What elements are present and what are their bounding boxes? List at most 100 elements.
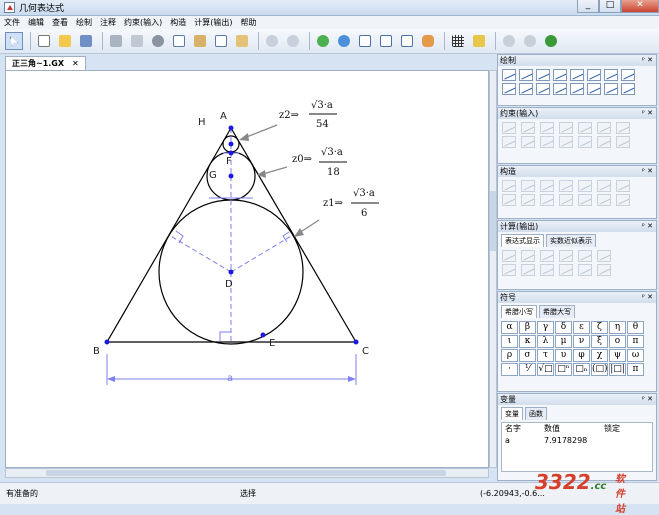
tab-document[interactable]: 正三角~1.GX ✕: [5, 56, 86, 70]
vector-tool-icon[interactable]: [587, 69, 601, 81]
symbol-button[interactable]: ν: [573, 335, 590, 348]
zoom-out-button[interactable]: [335, 32, 353, 50]
symbol-button[interactable]: θ: [627, 321, 644, 334]
text-tool-icon[interactable]: [536, 83, 550, 95]
construct-tangent-icon[interactable]: [616, 180, 630, 192]
symbol-button[interactable]: (□): [591, 363, 608, 376]
symbol-button[interactable]: ⅟: [519, 363, 536, 376]
constraint-distance-icon[interactable]: [521, 122, 535, 134]
pointer-tool-icon[interactable]: [502, 69, 516, 81]
point-tool-icon[interactable]: [519, 69, 533, 81]
header-value[interactable]: 数值: [544, 423, 604, 435]
menu-file[interactable]: 文件: [4, 17, 20, 28]
menu-construct[interactable]: 构造: [170, 17, 186, 28]
symbol-button[interactable]: β: [519, 321, 536, 334]
canvas-vertical-scrollbar[interactable]: [489, 70, 497, 468]
tab-expression-display[interactable]: 表达式显示: [501, 234, 544, 247]
canvas-horizontal-scrollbar[interactable]: [5, 468, 489, 478]
ray-tool-icon[interactable]: [570, 69, 584, 81]
conic-tool-icon[interactable]: [604, 83, 618, 95]
constraint-parallel-icon[interactable]: [597, 122, 611, 134]
drawing-canvas[interactable]: H A F G D E B C a z2⇒ √3·a 54 z0⇒ √3·a 1…: [5, 70, 489, 468]
construct-rotation-icon[interactable]: [540, 194, 554, 206]
menu-edit[interactable]: 编辑: [28, 17, 44, 28]
symbol-button[interactable]: √□: [537, 363, 554, 376]
construct-bisector-icon[interactable]: [559, 180, 573, 192]
symbol-button[interactable]: ι: [501, 335, 518, 348]
construct-polygon-icon[interactable]: [502, 194, 516, 206]
constraint-fix-icon[interactable]: [616, 136, 630, 148]
point-a[interactable]: [228, 125, 234, 131]
style-button[interactable]: [470, 32, 488, 50]
menu-compute[interactable]: 计算(输出): [194, 17, 232, 28]
compute-slope-icon[interactable]: [559, 250, 573, 262]
maximize-button[interactable]: □: [599, 0, 621, 13]
panel-pin-icon[interactable]: ᵖ ✕: [642, 221, 653, 232]
symbol-button[interactable]: κ: [519, 335, 536, 348]
print-preview-button[interactable]: [128, 32, 146, 50]
symbol-button[interactable]: ζ: [591, 321, 608, 334]
table-row[interactable]: a 7.9178298: [502, 435, 652, 447]
point-c[interactable]: [353, 339, 359, 345]
line-tool-icon[interactable]: [553, 69, 567, 81]
constraint-equation-icon[interactable]: [540, 136, 554, 148]
new-button[interactable]: [35, 32, 53, 50]
header-name[interactable]: 名字: [502, 423, 544, 435]
constraint-radius-icon[interactable]: [540, 122, 554, 134]
symbol-button[interactable]: δ: [555, 321, 572, 334]
symbol-button[interactable]: α: [501, 321, 518, 334]
paste-button[interactable]: [191, 32, 209, 50]
select-tool-button[interactable]: [5, 32, 23, 50]
copy-button[interactable]: [170, 32, 188, 50]
tab-close-icon[interactable]: ✕: [72, 57, 79, 70]
compute-area-icon[interactable]: [578, 250, 592, 262]
zoom-fit-button[interactable]: [356, 32, 374, 50]
constraint-perpendicular-icon[interactable]: [616, 122, 630, 134]
construct-midpoint-icon[interactable]: [502, 180, 516, 192]
zoom-window-button[interactable]: [377, 32, 395, 50]
constraint-tangent-icon[interactable]: [502, 136, 516, 148]
tab-greek-lowercase[interactable]: 希腊小写: [501, 305, 537, 318]
export-button[interactable]: [212, 32, 230, 50]
menu-annotate[interactable]: 注释: [100, 17, 116, 28]
clipboard-button[interactable]: [233, 32, 251, 50]
menu-help[interactable]: 帮助: [241, 17, 257, 28]
constraint-slope-icon[interactable]: [578, 122, 592, 134]
cut-button[interactable]: [149, 32, 167, 50]
symbol-button[interactable]: ω: [627, 349, 644, 362]
symbol-button[interactable]: ·: [501, 363, 518, 376]
constraint-length-icon[interactable]: [502, 122, 516, 134]
panel-pin-icon[interactable]: ᵖ ✕: [642, 108, 653, 119]
point-g[interactable]: [228, 173, 234, 179]
tab-greek-uppercase[interactable]: 希腊大写: [539, 305, 575, 318]
point-h[interactable]: [228, 141, 234, 147]
vertical-scroll-thumb[interactable]: [490, 191, 496, 251]
pan-button[interactable]: [419, 32, 437, 50]
symbol-button[interactable]: □ₙ: [573, 363, 590, 376]
symbol-button[interactable]: η: [609, 321, 626, 334]
compute-value-icon[interactable]: [597, 264, 611, 276]
segment-tool-icon[interactable]: [536, 69, 550, 81]
symbol-button[interactable]: σ: [519, 349, 536, 362]
horizontal-scroll-thumb[interactable]: [46, 470, 446, 476]
point-d[interactable]: [228, 269, 234, 275]
construct-projection-icon[interactable]: [540, 180, 554, 192]
symbol-button[interactable]: υ: [555, 349, 572, 362]
panel-pin-icon[interactable]: ᵖ ✕: [642, 55, 653, 66]
symbol-button[interactable]: π: [627, 363, 644, 376]
zoom-page-button[interactable]: [398, 32, 416, 50]
menu-draw[interactable]: 绘制: [76, 17, 92, 28]
compute-calculation-icon[interactable]: [559, 264, 573, 276]
construct-perpendicular-icon[interactable]: [578, 180, 592, 192]
geometry-drawing[interactable]: H A F G D E B C a z2⇒ √3·a 54 z0⇒ √3·a 1…: [6, 71, 488, 467]
undo-button[interactable]: [263, 32, 281, 50]
compute-radius-icon[interactable]: [521, 250, 535, 262]
grid-button[interactable]: [449, 32, 467, 50]
construct-parallel-icon[interactable]: [597, 180, 611, 192]
construct-dilation-icon[interactable]: [578, 194, 592, 206]
help-button[interactable]: [542, 32, 560, 50]
symbol-button[interactable]: μ: [555, 335, 572, 348]
construct-reflection-icon[interactable]: [521, 194, 535, 206]
arc-tool-icon[interactable]: [604, 69, 618, 81]
tab-functions[interactable]: 函数: [525, 407, 547, 420]
